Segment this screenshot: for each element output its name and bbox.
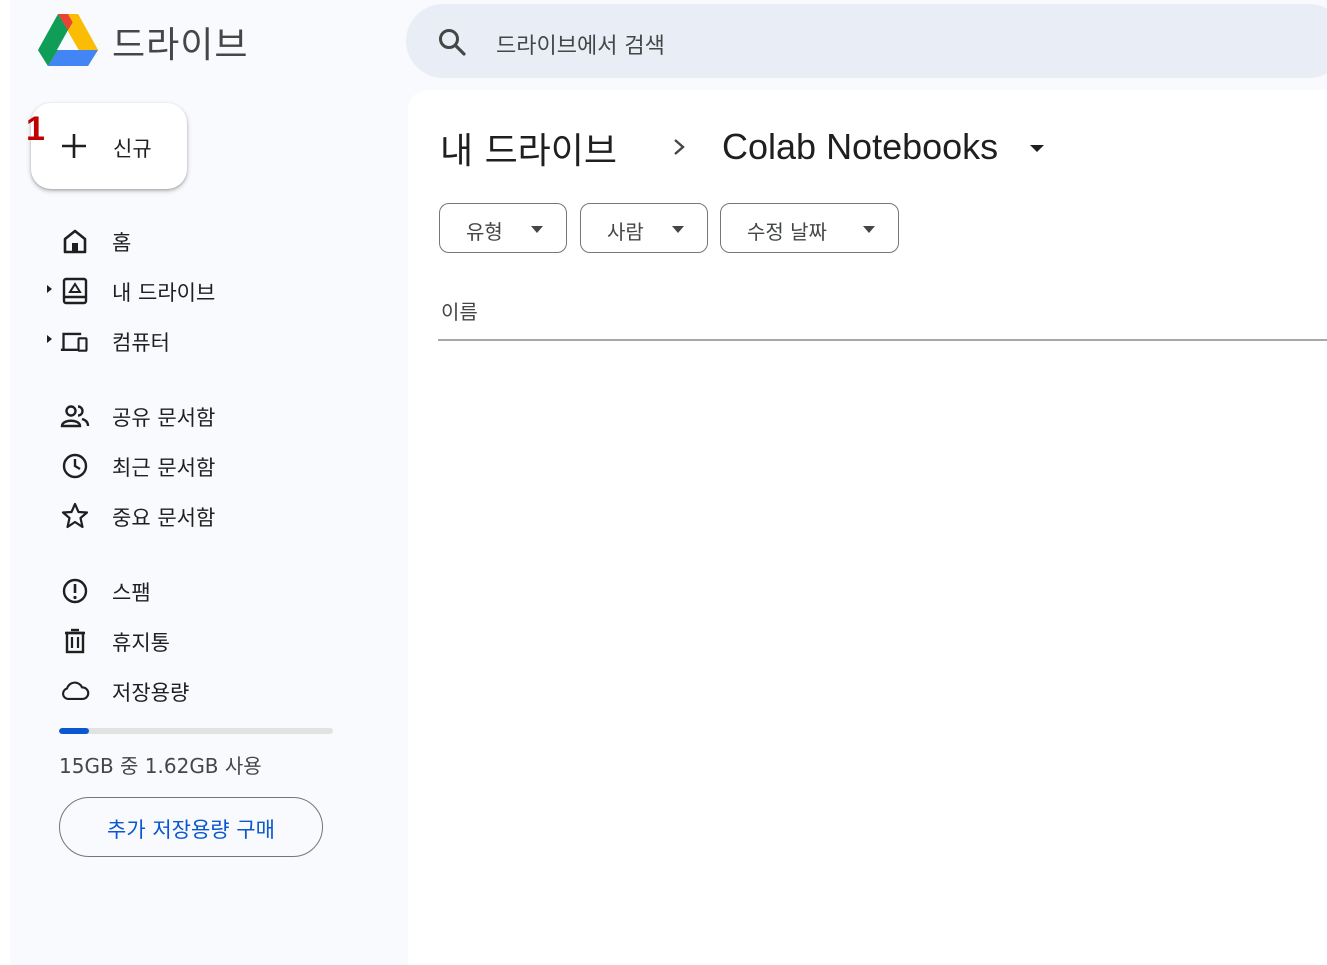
search-bar[interactable]: 드라이브에서 검색 (406, 4, 1327, 78)
sidebar-item-home[interactable]: 홈 (40, 218, 360, 262)
new-button-label: 신규 (113, 137, 152, 161)
sidebar-item-label: 최근 문서함 (112, 456, 216, 480)
trash-icon (65, 628, 85, 654)
sidebar-item-computers[interactable]: 컴퓨터 (40, 318, 360, 362)
computer-icon (60, 332, 88, 352)
caret-down-icon[interactable] (1028, 142, 1046, 154)
storage-progress-fill (59, 728, 89, 734)
filter-modified-label: 수정 날짜 (747, 220, 827, 244)
cloud-icon (62, 681, 90, 700)
new-button[interactable]: 신규 (31, 103, 187, 189)
caret-down-icon (672, 226, 684, 233)
sidebar-item-label: 홈 (112, 231, 132, 255)
caret-down-icon (531, 226, 543, 233)
sidebar-item-spam[interactable]: 스팸 (40, 568, 360, 612)
search-input[interactable]: 드라이브에서 검색 (496, 28, 665, 60)
sidebar-item-shared[interactable]: 공유 문서함 (40, 393, 360, 437)
filter-type-chip[interactable]: 유형 (439, 203, 567, 253)
buy-storage-label: 추가 저장용량 구매 (107, 818, 275, 842)
filter-type-label: 유형 (466, 220, 503, 244)
buy-storage-button[interactable]: 추가 저장용량 구매 (59, 797, 323, 857)
sidebar-item-my-drive[interactable]: 내 드라이브 (40, 268, 360, 312)
sidebar-item-label: 컴퓨터 (112, 331, 170, 355)
sidebar-item-label: 휴지통 (112, 631, 170, 655)
sidebar-item-label: 스팸 (112, 581, 151, 605)
caret-right-icon[interactable] (44, 334, 54, 344)
caret-right-icon[interactable] (44, 284, 54, 294)
drive-app: 드라이브 드라이브에서 검색 신규 1 홈 내 드라이브 컴퓨터 공유 문서함 … (0, 0, 1327, 965)
sidebar-item-label: 내 드라이브 (112, 281, 216, 305)
sidebar-item-label: 저장용량 (112, 681, 190, 705)
sidebar-item-label: 공유 문서함 (112, 406, 216, 430)
filter-people-chip[interactable]: 사람 (580, 203, 708, 253)
sidebar-item-storage[interactable]: 저장용량 (40, 668, 360, 712)
header-divider (438, 339, 1327, 341)
sidebar-item-starred[interactable]: 중요 문서함 (40, 493, 360, 537)
app-title[interactable]: 드라이브 (112, 16, 248, 68)
storage-progress-bar (59, 728, 333, 734)
sidebar-item-recent[interactable]: 최근 문서함 (40, 443, 360, 487)
storage-usage-text: 15GB 중 1.62GB 사용 (59, 754, 262, 778)
sidebar-item-trash[interactable]: 휴지통 (40, 618, 360, 662)
filter-modified-chip[interactable]: 수정 날짜 (720, 203, 899, 253)
star-icon (61, 502, 89, 529)
drive-logo-icon[interactable] (38, 12, 98, 66)
plus-icon (62, 134, 86, 158)
spam-icon (62, 578, 88, 604)
window-edge (0, 0, 10, 965)
breadcrumb-current-folder[interactable]: Colab Notebooks (722, 126, 998, 168)
my-drive-icon (62, 277, 88, 305)
sidebar-item-label: 중요 문서함 (112, 506, 216, 530)
people-icon (60, 405, 90, 428)
caret-down-icon (863, 226, 875, 233)
search-icon[interactable] (436, 26, 468, 58)
breadcrumb-my-drive[interactable]: 내 드라이브 (440, 122, 617, 174)
column-header-name[interactable]: 이름 (441, 296, 478, 325)
step-marker: 1 (26, 110, 45, 148)
filter-people-label: 사람 (607, 220, 644, 244)
home-icon (63, 229, 87, 254)
clock-icon (62, 453, 88, 479)
chevron-right-icon (674, 139, 685, 155)
